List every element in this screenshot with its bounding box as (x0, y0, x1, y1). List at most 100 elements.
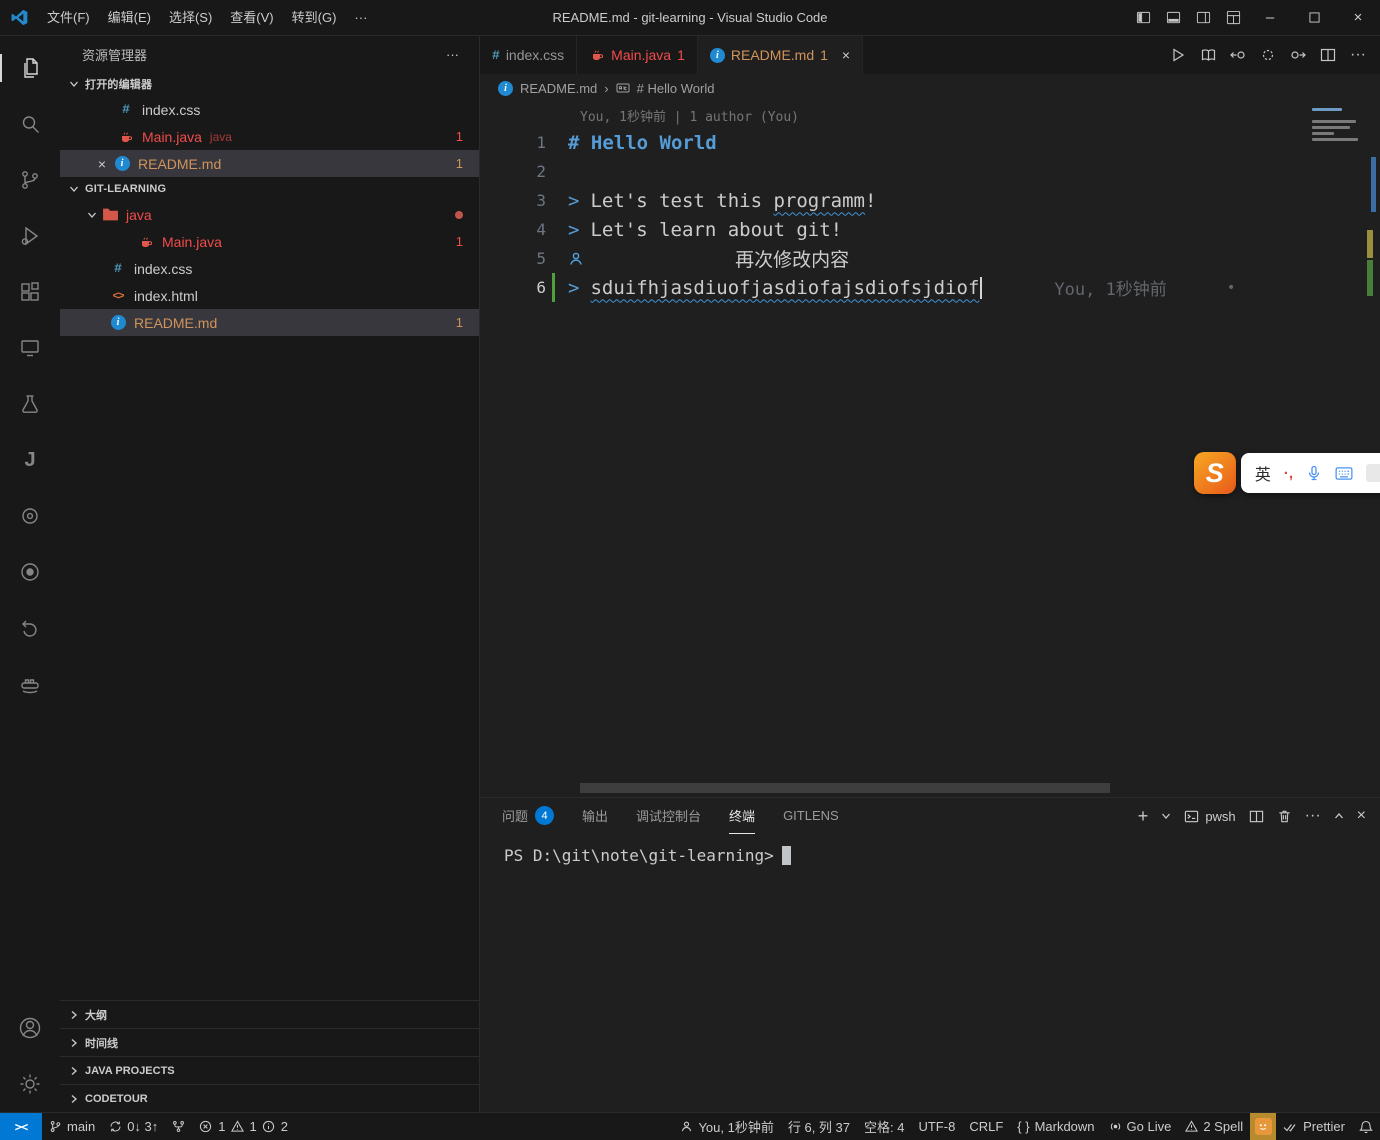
branch-status[interactable]: main (42, 1113, 102, 1140)
tab-main-java[interactable]: Main.java 1 (577, 36, 698, 74)
java-extension-icon[interactable]: J (0, 432, 60, 488)
project-section[interactable]: GIT-LEARNING (60, 177, 479, 201)
panel-more-actions-icon[interactable]: ··· (1305, 807, 1321, 825)
extensions-icon[interactable] (0, 264, 60, 320)
customize-layout-icon[interactable] (1218, 0, 1248, 35)
toggle-sidebar-icon[interactable] (1128, 0, 1158, 35)
virtual-keyboard-icon[interactable] (1335, 466, 1353, 481)
toggle-panel-icon[interactable] (1158, 0, 1188, 35)
open-editor-item[interactable]: # index.css (60, 96, 479, 123)
terminal-profile-pwsh[interactable]: pwsh (1184, 809, 1235, 824)
breadcrumb-file[interactable]: README.md (520, 81, 597, 96)
panel-tab-output[interactable]: 输出 (582, 798, 608, 834)
split-editor-icon[interactable] (1314, 41, 1342, 69)
menu-file[interactable]: 文件(F) (38, 6, 99, 30)
close-panel-icon[interactable]: × (1357, 807, 1366, 825)
account-icon[interactable] (0, 1000, 60, 1056)
docker-icon[interactable] (0, 656, 60, 712)
run-debug-icon[interactable] (0, 208, 60, 264)
new-terminal-icon[interactable]: + (1138, 806, 1149, 827)
encoding-status[interactable]: UTF-8 (911, 1113, 962, 1140)
timeline-section[interactable]: 时间线 (60, 1028, 479, 1056)
tree-item-main-java[interactable]: Main.java 1 (60, 228, 479, 255)
code-line-1[interactable]: 1 # Hello World (480, 128, 1380, 157)
tree-item-index-html[interactable]: <> index.html (60, 282, 479, 309)
minimap[interactable] (1312, 108, 1364, 144)
close-editor-icon[interactable]: × (92, 156, 112, 172)
testing-icon[interactable] (0, 376, 60, 432)
go-live-status[interactable]: Go Live (1102, 1113, 1179, 1140)
close-tab-icon[interactable]: × (842, 47, 850, 63)
ime-toolbox-icon[interactable] (1366, 464, 1380, 482)
maximize-button[interactable] (1292, 0, 1336, 35)
close-window-button[interactable]: × (1336, 0, 1380, 35)
panel-tab-terminal[interactable]: 终端 (729, 798, 755, 834)
sogou-ime-popup[interactable]: S 英 ·, (1194, 452, 1380, 494)
tree-item-folder-java[interactable]: java (60, 201, 479, 228)
tree-item-index-css[interactable]: # index.css (60, 255, 479, 282)
sidebar-more-actions-icon[interactable]: ··· (446, 47, 459, 62)
remote-explorer-icon[interactable] (0, 320, 60, 376)
indentation-status[interactable]: 空格: 4 (857, 1113, 911, 1140)
open-preview-icon[interactable] (1194, 41, 1222, 69)
menu-view[interactable]: 查看(V) (221, 6, 282, 30)
menu-edit[interactable]: 编辑(E) (99, 6, 160, 30)
language-mode-status[interactable]: { } Markdown (1010, 1113, 1101, 1140)
code-line-5[interactable]: 5 再次修改内容 (480, 244, 1380, 273)
panel-tab-debug-console[interactable]: 调试控制台 (636, 798, 701, 834)
scrollbar-thumb[interactable] (1371, 157, 1376, 212)
code-editor[interactable]: You, 1秒钟前 | 1 author (You) 1 # Hello Wor… (480, 102, 1380, 797)
code-line-2[interactable]: 2 (480, 157, 1380, 186)
tree-item-readme[interactable]: i README.md 1 (60, 309, 479, 336)
java-projects-section[interactable]: JAVA PROJECTS (60, 1056, 479, 1084)
outline-section[interactable]: 大纲 (60, 1000, 479, 1028)
open-editors-section[interactable]: 打开的编辑器 (60, 72, 479, 96)
terminal-dropdown-icon[interactable] (1161, 811, 1171, 821)
breadcrumb[interactable]: i README.md › # Hello World (480, 74, 1380, 102)
toggle-secondary-sidebar-icon[interactable] (1188, 0, 1218, 35)
problems-status[interactable]: 1 1 2 (192, 1113, 295, 1140)
tab-readme-md[interactable]: i README.md 1 × (698, 36, 863, 74)
blame-status[interactable]: You, 1秒钟前 (673, 1113, 780, 1140)
ime-language-mode[interactable]: 英 (1255, 461, 1271, 485)
sogou-logo-icon[interactable]: S (1194, 452, 1236, 494)
next-change-icon[interactable] (1284, 41, 1312, 69)
spell-checker-status[interactable]: 2 Spell (1178, 1113, 1250, 1140)
cursor-position-status[interactable]: 行 6, 列 37 (781, 1113, 857, 1140)
code-line-6-current[interactable]: 6 >sduifhjasdiuofjasdiofajsdiofsjdiofYou… (480, 273, 1380, 302)
codetour-section[interactable]: CODETOUR (60, 1084, 479, 1112)
menu-selection[interactable]: 选择(S) (160, 6, 221, 30)
panel-tab-problems[interactable]: 问题 4 (502, 798, 554, 834)
notifications-bell-icon[interactable] (1352, 1113, 1380, 1140)
git-graph-status[interactable] (165, 1113, 192, 1140)
open-editor-item-active[interactable]: × i README.md 1 (60, 150, 479, 177)
settings-gear-icon[interactable] (0, 1056, 60, 1112)
revision-icon[interactable] (1254, 41, 1282, 69)
prettier-status[interactable]: Prettier (1276, 1113, 1352, 1140)
orange-extension-icon[interactable] (1250, 1113, 1276, 1140)
tab-index-css[interactable]: # index.css (480, 36, 577, 74)
codetour-icon[interactable] (0, 600, 60, 656)
source-control-icon[interactable] (0, 152, 60, 208)
menu-more-icon[interactable]: ··· (345, 10, 376, 25)
microphone-icon[interactable] (1306, 465, 1322, 481)
sync-status[interactable]: 0↓ 3↑ (102, 1113, 165, 1140)
split-terminal-icon[interactable] (1249, 809, 1264, 824)
menu-goto[interactable]: 转到(G) (283, 6, 346, 30)
minimize-button[interactable]: – (1248, 0, 1292, 35)
maximize-panel-icon[interactable] (1334, 811, 1344, 821)
ime-punctuation-icon[interactable]: ·, (1284, 465, 1293, 482)
run-file-icon[interactable] (1164, 41, 1192, 69)
prev-change-icon[interactable] (1224, 41, 1252, 69)
kill-terminal-icon[interactable] (1277, 809, 1292, 824)
record-icon[interactable] (0, 544, 60, 600)
explorer-icon[interactable] (0, 40, 60, 96)
remote-indicator[interactable]: >< (0, 1113, 42, 1140)
horizontal-scrollbar[interactable] (580, 783, 1110, 793)
open-editor-item[interactable]: Main.java java 1 (60, 123, 479, 150)
search-icon[interactable] (0, 96, 60, 152)
terminal-output[interactable]: PS D:\git\note\git-learning> (480, 834, 1380, 865)
overview-ruler[interactable] (1366, 102, 1380, 797)
gitlens-icon[interactable] (0, 488, 60, 544)
gitlens-file-blame[interactable]: You, 1秒钟前 | 1 author (You) (480, 102, 1380, 128)
